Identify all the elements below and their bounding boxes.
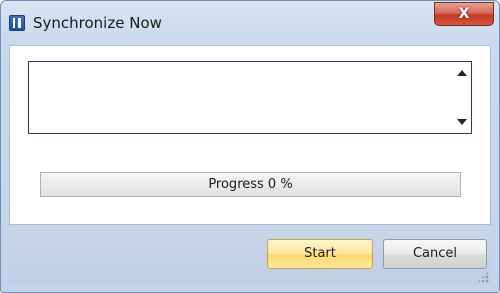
window-title: Synchronize Now bbox=[33, 14, 162, 32]
start-button[interactable]: Start bbox=[267, 239, 373, 269]
cancel-button[interactable]: Cancel bbox=[383, 239, 487, 269]
title-bar[interactable]: Synchronize Now X bbox=[1, 1, 499, 45]
vertical-scrollbar[interactable] bbox=[454, 62, 471, 133]
close-button[interactable]: X bbox=[434, 2, 494, 26]
dialog-content: Progress 0 % bbox=[9, 45, 491, 225]
resize-grip-icon[interactable] bbox=[477, 271, 489, 283]
button-bar: Start Cancel bbox=[9, 225, 491, 285]
synchronize-window: Synchronize Now X Progress 0 % Start Can… bbox=[0, 0, 500, 293]
log-textbox[interactable] bbox=[28, 61, 472, 134]
progress-bar: Progress 0 % bbox=[40, 172, 461, 197]
scroll-up-arrow-icon[interactable] bbox=[457, 70, 467, 76]
scroll-down-arrow-icon[interactable] bbox=[457, 119, 467, 125]
progress-label: Progress 0 % bbox=[208, 177, 293, 192]
app-icon bbox=[9, 15, 25, 31]
